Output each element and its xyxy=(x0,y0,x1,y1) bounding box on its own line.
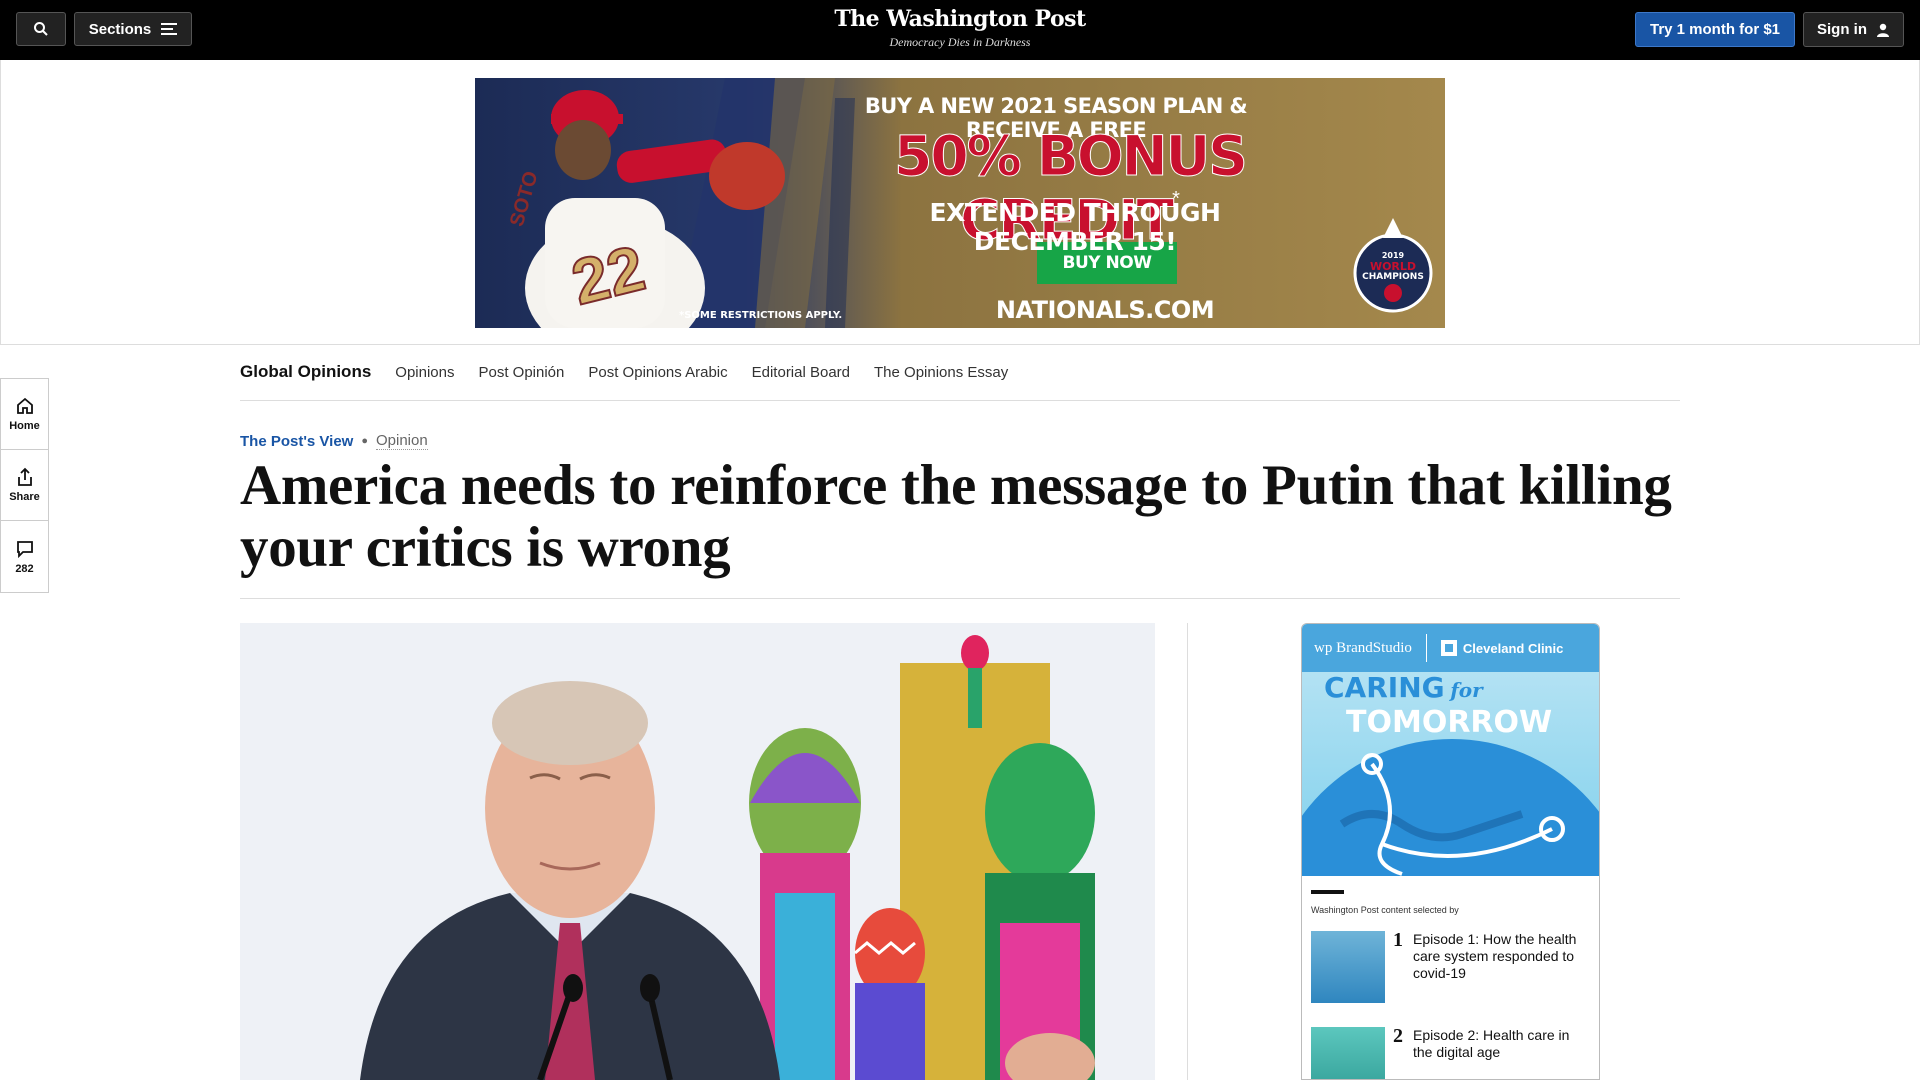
advertisement-strip: 22 SOTO BUY A NEW 2021 SEASON PLAN & REC… xyxy=(0,60,1920,345)
episode-title: Episode 2: Health care in the digital ag… xyxy=(1413,1027,1570,1060)
article-kicker: The Post's View ● Opinion xyxy=(240,432,428,450)
subnav-post-opinion[interactable]: Post Opinión xyxy=(478,364,564,381)
hamburger-icon xyxy=(161,23,178,35)
subnav-global-opinions[interactable]: Global Opinions xyxy=(240,362,371,382)
search-icon xyxy=(34,22,48,36)
jersey-name: SOTO xyxy=(506,169,543,229)
sign-in-button[interactable]: Sign in xyxy=(1803,12,1904,47)
brandstudio-header: wp BrandStudio Cleveland Clinic xyxy=(1302,624,1599,672)
home-button[interactable]: Home xyxy=(0,378,49,449)
logo-name: The Washington Post xyxy=(834,6,1086,32)
kicker-separator: ● xyxy=(361,435,368,447)
lead-photo[interactable] xyxy=(240,623,1155,1080)
article-headline: America needs to reinforce the message t… xyxy=(240,454,1672,579)
subnav-opinions-essay[interactable]: The Opinions Essay xyxy=(874,364,1008,381)
episode-item[interactable]: 1 Episode 1: How the health care system … xyxy=(1311,929,1591,1005)
title-line-2: TOMORROW xyxy=(1346,705,1553,740)
wp-brandstudio-logo: wp BrandStudio xyxy=(1314,639,1412,656)
search-button[interactable] xyxy=(16,12,66,46)
share-button[interactable]: Share xyxy=(0,449,49,520)
top-navigation-bar: Sections The Washington Post Democracy D… xyxy=(0,0,1920,60)
subscribe-trial-label: Try 1 month for $1 xyxy=(1649,21,1781,38)
putin-photo-illustration xyxy=(240,623,1155,1080)
user-icon xyxy=(1877,23,1889,37)
ad-badge-line1: WORLD xyxy=(1369,260,1417,273)
logo-tagline: Democracy Dies in Darkness xyxy=(889,35,1031,49)
ad-line-3: EXTENDED THROUGH DECEMBER 15! xyxy=(929,198,1221,256)
brandstudio-title: CARING for TOMORROW xyxy=(1324,672,1552,738)
sections-label: Sections xyxy=(88,20,152,38)
ad-fine-print: *SOME RESTRICTIONS APPLY. xyxy=(679,310,843,321)
title-line-1: CARING xyxy=(1324,671,1445,704)
share-label: Share xyxy=(9,491,40,503)
partner-name: Cleveland Clinic xyxy=(1462,640,1564,656)
brandstudio-rule xyxy=(1311,890,1344,894)
episode-number: 1 xyxy=(1393,929,1403,951)
cleveland-clinic-logo-icon xyxy=(1440,640,1457,656)
share-icon xyxy=(17,467,32,486)
subnav-opinions[interactable]: Opinions xyxy=(395,364,454,381)
ad-cta[interactable]: BUY NOW xyxy=(1037,253,1177,273)
nationals-ad-banner[interactable]: 22 SOTO BUY A NEW 2021 SEASON PLAN & REC… xyxy=(475,78,1445,328)
episode-thumbnail xyxy=(1311,931,1385,1003)
column-divider xyxy=(1187,623,1188,1080)
brandstudio-divider xyxy=(1425,634,1427,662)
subscribe-trial-button[interactable]: Try 1 month for $1 xyxy=(1635,12,1795,47)
ad-badge-line2: CHAMPIONS xyxy=(1362,272,1424,282)
subnav-post-opinions-arabic[interactable]: Post Opinions Arabic xyxy=(588,364,727,381)
episode-title: Episode 1: How the health care system re… xyxy=(1413,931,1577,981)
share-rail: Home Share 282 xyxy=(0,378,50,593)
section-label[interactable]: Opinion xyxy=(375,432,428,450)
sign-in-label: Sign in xyxy=(1817,21,1867,38)
episode-thumbnail xyxy=(1311,1027,1385,1079)
headline-divider xyxy=(240,598,1680,599)
kicker-label[interactable]: The Post's View xyxy=(240,433,353,450)
home-icon xyxy=(16,397,33,414)
episode-item[interactable]: 2 Episode 2: Health care in the digital … xyxy=(1311,1025,1591,1079)
selected-by-label: Washington Post content selected by xyxy=(1311,905,1459,915)
comments-count: 282 xyxy=(15,562,34,575)
comments-button[interactable]: 282 xyxy=(0,520,49,593)
episode-number: 2 xyxy=(1393,1025,1403,1047)
sections-button[interactable]: Sections xyxy=(74,12,192,46)
washington-post-logo[interactable]: The Washington Post Democracy Dies in Da… xyxy=(760,6,1160,50)
subnav-editorial-board[interactable]: Editorial Board xyxy=(752,364,850,381)
brandstudio-ad-card[interactable]: wp BrandStudio Cleveland Clinic CARING f… xyxy=(1301,623,1600,1080)
ad-site: NATIONALS.COM xyxy=(995,296,1215,324)
comment-icon xyxy=(16,540,33,558)
ad-badge-text: 2019 WORLD CHAMPIONS xyxy=(1355,250,1431,283)
home-label: Home xyxy=(9,420,40,432)
opinions-subnav: Global Opinions Opinions Post Opinión Po… xyxy=(240,344,1680,401)
title-for: for xyxy=(1450,678,1483,702)
